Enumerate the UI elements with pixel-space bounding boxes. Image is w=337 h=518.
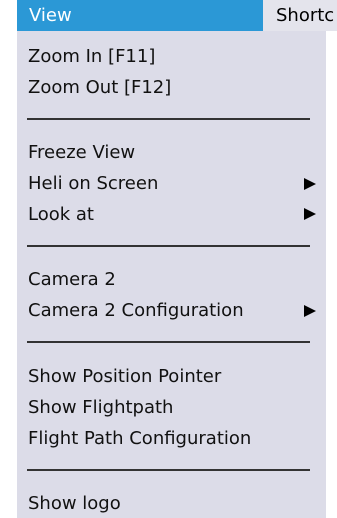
menu-item-zoom-out[interactable]: Zoom Out [F12] [28,76,171,100]
menu-bar: View Shortc [0,0,337,31]
submenu-arrow-icon [304,208,316,220]
submenu-arrow-icon [304,178,316,190]
menu-item-flight-path-configuration[interactable]: Flight Path Configuration [28,427,251,451]
menu-separator [27,469,310,471]
menu-item-show-position-pointer[interactable]: Show Position Pointer [28,365,221,389]
menu-separator [27,118,310,120]
menu-view[interactable]: View [17,0,263,31]
menu-item-show-logo[interactable]: Show logo [28,492,121,516]
menu-item-look-at[interactable]: Look at [28,203,94,227]
submenu-arrow-icon [304,305,316,317]
menu-item-heli-on-screen[interactable]: Heli on Screen [28,172,158,196]
menu-shortcuts[interactable]: Shortc [263,0,337,31]
menu-item-camera-2[interactable]: Camera 2 [28,268,116,292]
menu-item-show-flightpath[interactable]: Show Flightpath [28,396,173,420]
menu-separator [27,341,310,343]
menu-item-camera-2-configuration[interactable]: Camera 2 Configuration [28,299,244,323]
menu-separator [27,245,310,247]
menu-item-freeze-view[interactable]: Freeze View [28,141,135,165]
view-dropdown-menu: Zoom In [F11] Zoom Out [F12] Freeze View… [17,31,326,518]
menu-item-zoom-in[interactable]: Zoom In [F11] [28,45,155,69]
